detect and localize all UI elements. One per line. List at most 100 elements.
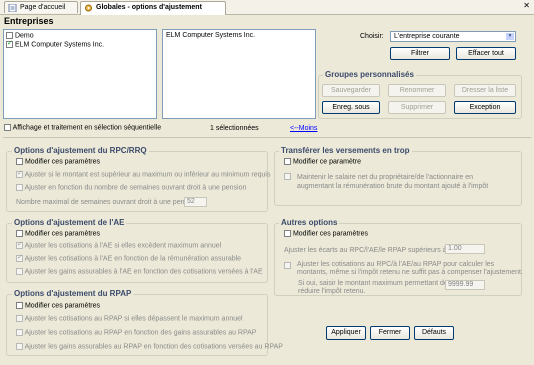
tab-home[interactable]: Page d'accueil [4, 1, 78, 13]
rpap-opt1-label: Ajuster les cotisations au RPAP si elles… [24, 315, 243, 323]
tab-home-label: Page d'accueil [20, 4, 66, 11]
rpc-opt2[interactable]: Ajuster en fonction du nombre de semaine… [16, 184, 246, 191]
list-item[interactable]: ELM Computer Systems Inc. [166, 32, 255, 39]
rpc-title: Options d'ajustement du RPC/RRQ [12, 146, 149, 155]
other-title: Autres options [279, 218, 340, 227]
choose-dropdown-value: L'entreprise courante [394, 33, 460, 40]
apply-button[interactable]: Appliquer [326, 326, 366, 340]
ae-opt2[interactable]: Ajuster les cotisations à l'AE en foncti… [16, 253, 242, 263]
choose-dropdown[interactable]: L'entreprise courante ▼ [390, 31, 516, 42]
selected-enterprise-list[interactable]: ELM Computer Systems Inc. [162, 29, 316, 119]
rename-button[interactable]: Renommer [388, 84, 446, 97]
transfer-modify-checkbox[interactable] [284, 158, 291, 165]
page-icon [8, 4, 17, 12]
transfer-modify-option[interactable]: Modifier ce paramètre [284, 158, 361, 165]
ae-opt1-checkbox[interactable] [16, 240, 23, 249]
other-max-line1: Si oui, saisir le montant maximum permet… [298, 280, 448, 287]
other-gaps-label: Ajuster les écarts au RPC/l'AE/le RPAP s… [284, 247, 447, 254]
enterprises-heading: Entreprises [4, 16, 54, 26]
chevron-down-icon: ▼ [506, 33, 514, 40]
rpap-opt1-checkbox[interactable] [16, 315, 23, 322]
list-item-label: Demo [14, 32, 34, 40]
rpap-opt2[interactable]: Ajuster les cotisations au RPAP en fonct… [16, 329, 256, 336]
transfer-opt1-line2: augmentant la rémunération brute du mont… [297, 183, 489, 190]
other-modify-label: Modifier ces paramètres [292, 230, 369, 238]
other-modify-option[interactable]: Modifier ces paramètres [284, 230, 368, 237]
ae-modify-checkbox[interactable] [16, 230, 23, 237]
rpap-opt1[interactable]: Ajuster les cotisations au RPAP si elles… [16, 315, 243, 322]
ae-opt2-label: Ajuster les cotisations à l'AE en foncti… [24, 255, 242, 263]
rpc-opt1[interactable]: Ajuster si le montant est supérieur au m… [16, 169, 271, 179]
window-buttons: ✕ [519, 1, 530, 10]
other-adj-option[interactable] [284, 262, 291, 269]
rpap-opt2-checkbox[interactable] [16, 329, 23, 336]
defaults-button[interactable]: Défauts [414, 326, 454, 340]
enterprise-demo-checkbox[interactable] [6, 32, 13, 39]
rpap-modify-label: Modifier ces paramètres [24, 302, 101, 310]
close-icon[interactable]: ✕ [523, 1, 530, 10]
rpc-weeks-label: Nombre maximal de semaines ouvrant droit… [16, 199, 198, 206]
other-adj-label: Ajuster les cotisations au RPC/à l'AE/au… [297, 261, 523, 277]
ae-title: Options d'ajustement de l'AE [12, 218, 127, 227]
rpap-modify-checkbox[interactable] [16, 302, 23, 309]
rpap-opt2-label: Ajuster les cotisations au RPAP en fonct… [24, 329, 257, 337]
rpap-modify-option[interactable]: Modifier ces paramètres [16, 302, 100, 309]
rpap-title: Options d'ajustement du RPAP [12, 289, 134, 298]
rpap-opt3[interactable]: Ajuster les gains assurables au RPAP en … [16, 343, 283, 350]
tab-global-options-label: Globales - options d'ajustement [96, 4, 202, 11]
rpc-weeks-field[interactable]: 52 [184, 197, 207, 207]
gear-icon [85, 4, 92, 12]
exception-button[interactable]: Exception [454, 101, 516, 114]
rpc-opt2-checkbox[interactable] [16, 184, 23, 191]
ae-opt3-label: Ajuster les gains assurables à l'AE en f… [24, 268, 263, 276]
transfer-opt1-checkbox[interactable] [284, 173, 291, 180]
rpap-opt3-label: Ajuster les gains assurables au RPAP en … [24, 343, 283, 351]
transfer-title: Transférer les versements en trop [279, 146, 412, 155]
divider [3, 137, 531, 138]
other-max-label: Si oui, saisir le montant maximum permet… [298, 280, 448, 296]
ae-opt2-checkbox[interactable] [16, 253, 23, 262]
selected-count: 1 sélectionnées [210, 125, 259, 132]
transfer-modify-label: Modifier ce paramètre [292, 158, 362, 166]
list-item[interactable]: ELM Computer Systems Inc. [6, 39, 105, 49]
enterprise-list[interactable]: Demo ELM Computer Systems Inc. [3, 29, 157, 119]
rpap-opt3-checkbox[interactable] [16, 343, 23, 350]
rpc-opt1-label: Ajuster si le montant est supérieur au m… [24, 171, 271, 179]
tab-global-options[interactable]: Globales - options d'ajustement [80, 1, 226, 15]
ae-opt1[interactable]: Ajuster les cotisations à l'AE si elles … [16, 240, 222, 250]
other-gaps-field[interactable]: 1.00 [445, 244, 485, 254]
other-modify-checkbox[interactable] [284, 230, 291, 237]
transfer-opt1[interactable] [284, 173, 291, 180]
close-button[interactable]: Fermer [370, 326, 410, 340]
choose-label: Choisir: [360, 33, 384, 40]
clear-all-button[interactable]: Effacer tout [456, 47, 516, 60]
enterprise-elm-checkbox[interactable] [6, 39, 13, 48]
ae-modify-option[interactable]: Modifier ces paramètres [16, 230, 100, 237]
sequential-option[interactable]: Affichage et traitement en sélection séq… [4, 124, 161, 131]
ae-opt3[interactable]: Ajuster les gains assurables à l'AE en f… [16, 268, 263, 275]
other-max-field[interactable]: 9999.99 [445, 280, 485, 290]
save-button[interactable]: Sauvegarder [322, 84, 380, 97]
list-button[interactable]: Dresser la liste [454, 84, 516, 97]
ae-opt1-label: Ajuster les cotisations à l'AE si elles … [24, 242, 222, 250]
other-adj-line1: Ajuster les cotisations au RPC/à l'AE/au… [297, 261, 495, 268]
save-as-button[interactable]: Enreg. sous [322, 101, 380, 114]
other-adj-line2: montants, même si l'impôt retenu ne suff… [297, 269, 523, 276]
rpc-opt2-label: Ajuster en fonction du nombre de semaine… [24, 184, 247, 192]
sequential-label: Affichage et traitement en sélection séq… [12, 124, 162, 132]
list-item-label: ELM Computer Systems Inc. [14, 41, 105, 49]
other-adj-checkbox[interactable] [284, 262, 291, 269]
filter-button[interactable]: Filtrer [390, 47, 450, 60]
rpc-modify-label: Modifier ces paramètres [24, 158, 101, 166]
rpc-opt1-checkbox[interactable] [16, 169, 23, 178]
rpc-modify-checkbox[interactable] [16, 158, 23, 165]
delete-button[interactable]: Supprimer [388, 101, 446, 114]
less-link[interactable]: <--Moins [290, 125, 317, 132]
custom-groups-title: Groupes personnalisés [323, 70, 416, 79]
sequential-checkbox[interactable] [4, 124, 11, 131]
transfer-opt1-label: Maintenir le salaire net du propriétaire… [297, 173, 488, 191]
ae-opt3-checkbox[interactable] [16, 268, 23, 275]
other-max-line2: réduire l'impôt retenu. [298, 288, 366, 295]
transfer-opt1-line1: Maintenir le salaire net du propriétaire… [297, 174, 474, 181]
rpc-modify-option[interactable]: Modifier ces paramètres [16, 158, 100, 165]
